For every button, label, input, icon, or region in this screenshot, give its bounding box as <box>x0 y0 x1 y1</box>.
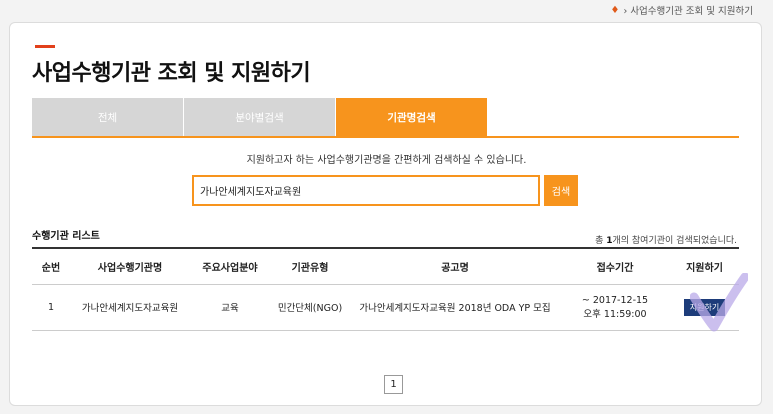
breadcrumb: ♦ › 사업수행기관 조회 및 지원하기 <box>611 3 754 18</box>
list-title: 수행기관 리스트 <box>32 231 100 242</box>
header-apply: 지원하기 <box>686 262 723 274</box>
result-count: 총 1개의 참여기관이 검색되었습니다. <box>595 233 737 246</box>
search-description: 지원하고자 하는 사업수행기관명을 간편하게 검색하실 수 있습니다. <box>246 155 527 166</box>
cell-org: 가나안세계지도자교육원 <box>81 303 179 314</box>
tab-field-search[interactable]: 분야별검색 <box>184 98 335 136</box>
search-input[interactable] <box>192 175 540 206</box>
header-notice: 공고명 <box>441 262 469 274</box>
apply-button[interactable]: 지원하기 <box>683 298 726 316</box>
cell-field: 교육 <box>221 303 239 314</box>
count-suffix: 개의 참여기관이 검색되었습니다. <box>612 236 737 246</box>
search-button[interactable]: 검색 <box>544 175 578 206</box>
home-icon[interactable]: ♦ <box>611 5 620 16</box>
org-table: 순번 사업수행기관명 주요사업분야 기관유형 공고명 접수기간 지원하기 1 가… <box>32 247 739 331</box>
cell-apply: 지원하기 <box>670 284 739 330</box>
tab-all[interactable]: 전체 <box>32 98 183 136</box>
header-period: 접수기간 <box>596 262 634 274</box>
cell-period: ~ 2017-12-15 오후 11:59:00 <box>560 284 670 330</box>
search-row: 검색 <box>192 175 578 206</box>
cell-notice[interactable]: 가나안세계지도자교육원 2018년 ODA YP 모집 <box>350 284 560 330</box>
table-header-row: 순번 사업수행기관명 주요사업분야 기관유형 공고명 접수기간 지원하기 <box>32 248 739 284</box>
period-line2: 오후 11:59:00 <box>583 308 647 320</box>
cell-no: 1 <box>47 301 55 313</box>
title-accent-bar <box>35 45 55 48</box>
page-title: 사업수행기관 조회 및 지원하기 <box>32 61 311 86</box>
header-no: 순번 <box>41 262 61 274</box>
page-button-1[interactable]: 1 <box>384 375 403 394</box>
cell-type: 민간단체(NGO) <box>277 303 343 314</box>
search-tabs: 전체 분야별검색 기관명검색 <box>32 98 739 138</box>
breadcrumb-text[interactable]: › 사업수행기관 조회 및 지원하기 <box>624 3 754 17</box>
table-row: 1 가나안세계지도자교육원 교육 민간단체(NGO) 가나안세계지도자교육원 2… <box>32 284 739 330</box>
header-org: 사업수행기관명 <box>97 262 163 274</box>
count-prefix: 총 <box>595 236 607 246</box>
tab-org-name-search[interactable]: 기관명검색 <box>336 98 487 136</box>
period-line1: ~ 2017-12-15 <box>581 294 649 306</box>
content-card: 사업수행기관 조회 및 지원하기 전체 분야별검색 기관명검색 지원하고자 하는… <box>9 22 762 406</box>
header-field: 주요사업분야 <box>202 262 258 274</box>
header-type: 기관유형 <box>291 262 329 274</box>
